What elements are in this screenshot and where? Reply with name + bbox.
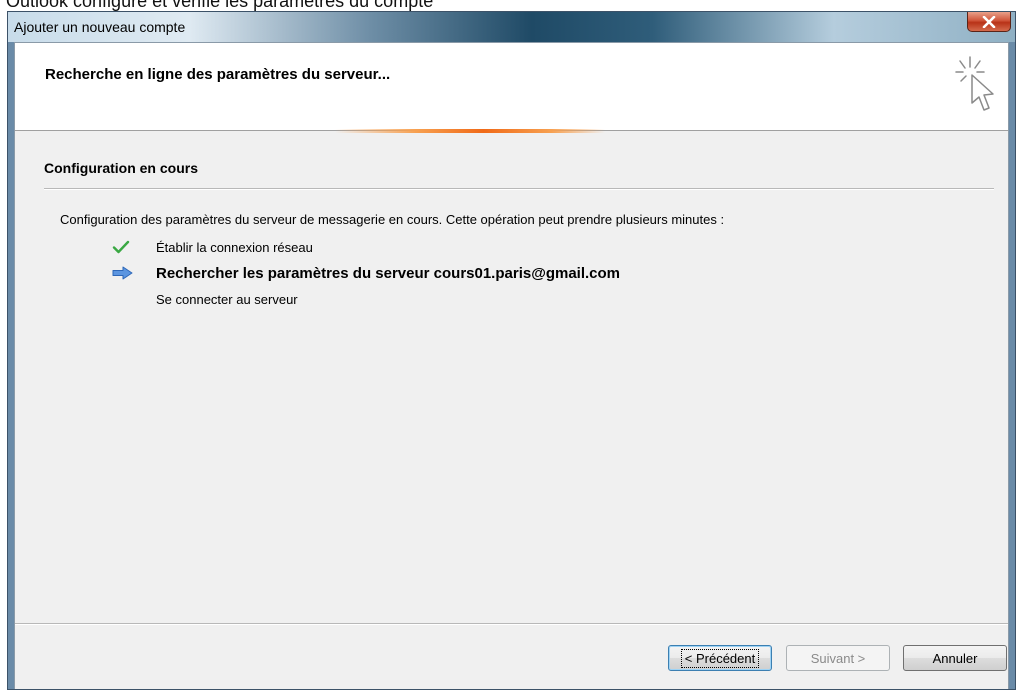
- section-title: Configuration en cours: [44, 160, 198, 176]
- wizard-cursor-icon: [955, 56, 994, 111]
- cancel-button[interactable]: Annuler: [903, 645, 1007, 671]
- section-description: Configuration des paramètres du serveur …: [60, 212, 725, 227]
- step-connect-server: Se connecter au serveur: [112, 288, 812, 310]
- wizard-header: Recherche en ligne des paramètres du ser…: [15, 43, 1008, 131]
- previous-button[interactable]: < Précédent: [668, 645, 772, 671]
- window-title: Ajouter un nouveau compte: [14, 19, 186, 35]
- step-search-server-settings: Rechercher les paramètres du serveur cou…: [112, 262, 812, 284]
- step-network-connection: Établir la connexion réseau: [112, 236, 812, 258]
- close-button[interactable]: [967, 12, 1011, 32]
- arrow-right-icon: [112, 265, 136, 281]
- add-account-window: Ajouter un nouveau compte Recherche en l…: [7, 11, 1016, 690]
- step-icon-placeholder: [112, 291, 136, 307]
- window-titlebar[interactable]: Ajouter un nouveau compte: [8, 12, 1015, 42]
- wizard-dialog: Recherche en ligne des paramètres du ser…: [14, 42, 1009, 689]
- step-label: Se connecter au serveur: [156, 291, 298, 307]
- next-button-label: Suivant >: [810, 650, 866, 666]
- header-title: Recherche en ligne des paramètres du ser…: [45, 66, 391, 83]
- step-label: Établir la connexion réseau: [156, 239, 313, 255]
- previous-button-label: < Précédent: [680, 648, 760, 668]
- page-caption: Outlook configure et vérifie les paramèt…: [6, 0, 434, 11]
- close-icon: [982, 15, 996, 28]
- next-button[interactable]: Suivant >: [786, 645, 890, 671]
- footer-divider: [15, 623, 1008, 625]
- step-label: Rechercher les paramètres du serveur cou…: [156, 264, 621, 282]
- progress-indicator: [335, 129, 605, 133]
- section-divider: [44, 188, 994, 190]
- checkmark-icon: [112, 239, 136, 255]
- cancel-button-label: Annuler: [932, 650, 978, 666]
